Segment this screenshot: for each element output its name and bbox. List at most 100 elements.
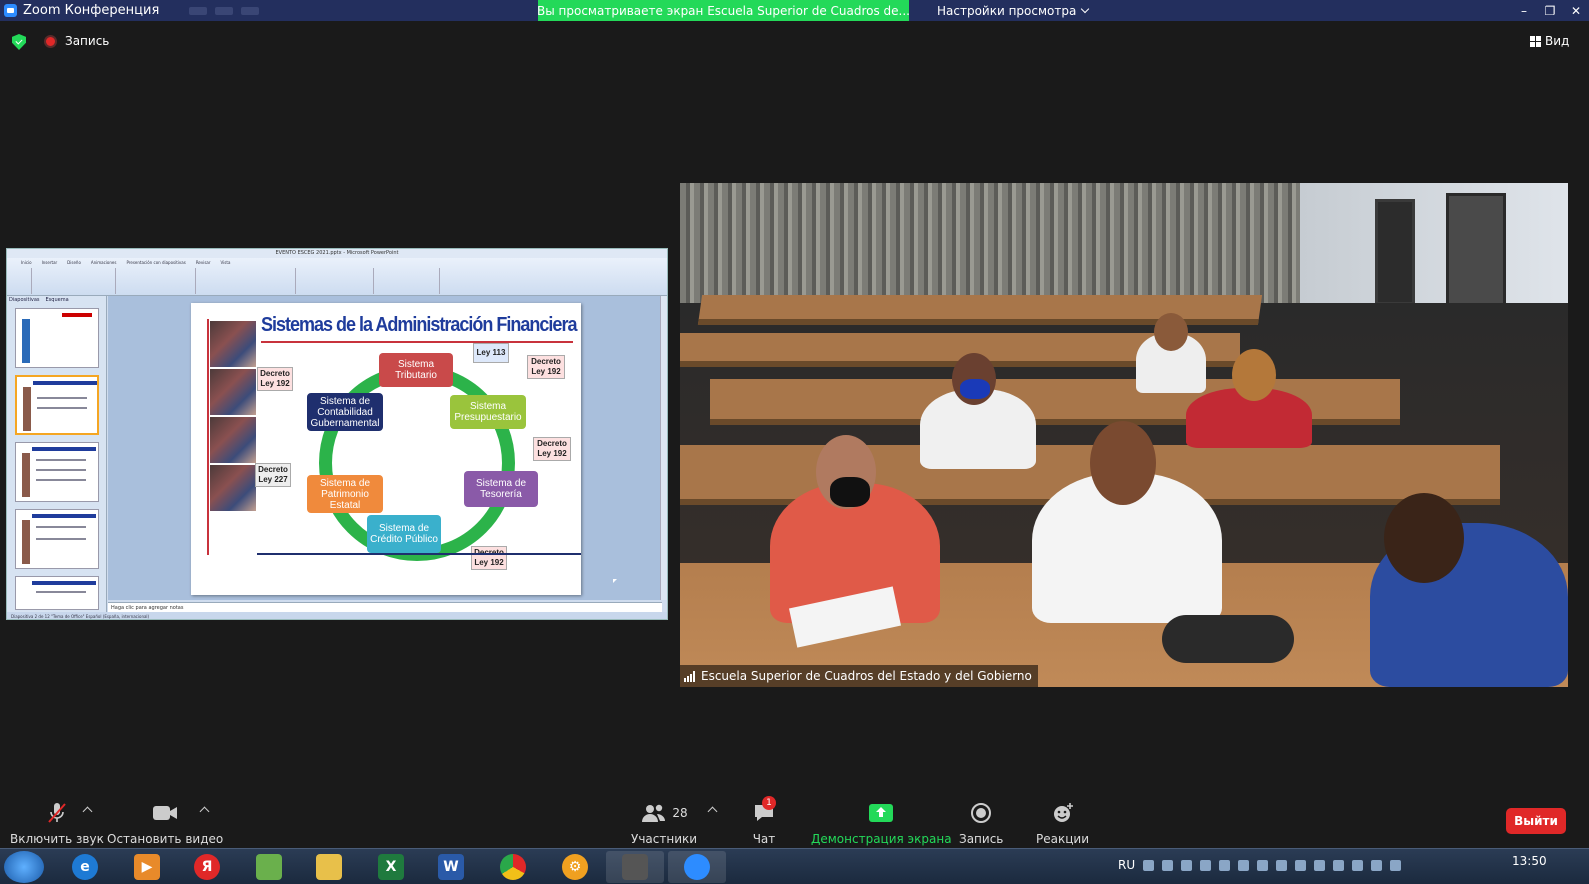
tray-icon[interactable] (1162, 859, 1174, 871)
minimize-button[interactable]: – (1511, 0, 1537, 21)
participant-name: Escuela Superior de Cuadros del Estado y… (701, 669, 1032, 683)
ribbon-tab: Revisar (195, 260, 211, 265)
tray-icon[interactable] (1276, 859, 1288, 871)
ie-taskbar-icon[interactable]: e (56, 851, 114, 883)
chat-label: Чат (752, 832, 776, 846)
shared-screen[interactable]: EVENTO ESCEG 2021.pptx - Microsoft Power… (6, 248, 668, 620)
volume-icon[interactable] (1390, 859, 1402, 871)
ppt-ribbon: Inicio Insertar Diseño Animaciones Prese… (7, 258, 667, 296)
slide-thumbnail (15, 576, 99, 610)
smiley-icon (1051, 802, 1075, 824)
window-controls: – ❐ ✕ (1511, 0, 1589, 21)
share-screen-button[interactable]: Демонстрация экрана (811, 802, 952, 846)
tray-icon[interactable] (1257, 859, 1269, 871)
unmute-label: Включить звук (10, 832, 104, 846)
clock[interactable]: 13:50 (1512, 854, 1547, 868)
slide-photo (210, 369, 256, 415)
app-taskbar-icon[interactable]: ⚙ (546, 851, 604, 883)
zoom-window: Zoom Конференция Вы просматриваете экран… (0, 0, 1589, 884)
slide-thumbnail (15, 442, 99, 502)
chat-icon: 1 (752, 796, 776, 824)
ppt-scrollbar (660, 296, 667, 600)
node-credito: Sistema de Crédito Público (367, 515, 441, 553)
ppt-notes: Haga clic para agregar notas (108, 602, 662, 612)
language-indicator[interactable]: RU (1118, 858, 1135, 872)
tray-icon[interactable] (1314, 859, 1326, 871)
help-icon[interactable] (1143, 859, 1155, 871)
slide-thumbnail (15, 375, 99, 435)
zoom-logo-icon (4, 4, 17, 17)
node-contabilidad: Sistema de Contabilidad Gubernamental (307, 393, 383, 431)
network-icon[interactable] (1352, 859, 1364, 871)
window-title: Zoom Конференция (23, 3, 160, 18)
folder-taskbar-icon[interactable] (300, 851, 358, 883)
decree-label: Decreto Ley 192 (533, 437, 571, 461)
flag-icon[interactable] (1371, 859, 1383, 871)
slide: Sistemas de la Administración Financiera… (191, 303, 581, 595)
decree-ley-113: Ley 113 (473, 343, 509, 363)
participants-count: 28 (672, 806, 688, 820)
maximize-button[interactable]: ❐ (1537, 0, 1563, 21)
excel-taskbar-icon[interactable]: X (362, 851, 420, 883)
view-button[interactable]: Вид (1530, 34, 1569, 48)
recording-label: Запись (65, 34, 110, 48)
mail-taskbar-icon[interactable] (240, 851, 298, 883)
slide-photo (210, 417, 256, 463)
ribbon-tab: Presentación con diapositivas (126, 260, 186, 265)
wall-portrait (1375, 199, 1415, 305)
slide-thumbnail (15, 509, 99, 569)
ribbon-tab: Vista (220, 260, 231, 265)
tray-icon[interactable] (1200, 859, 1212, 871)
participant-video[interactable]: Escuela Superior de Cuadros del Estado y… (680, 183, 1568, 687)
grid-view-icon (1530, 35, 1541, 47)
chat-badge: 1 (762, 796, 776, 810)
bluetooth-icon[interactable] (1295, 859, 1307, 871)
chrome-taskbar-icon[interactable] (484, 851, 542, 883)
stop-video-label: Остановить видео (107, 832, 224, 846)
titlebar-ghost-icons (189, 6, 260, 15)
record-icon (970, 802, 992, 824)
ppt-thumbnail-pane: Diapositivas Esquema (7, 296, 107, 612)
media-player-taskbar-icon[interactable]: ▶ (118, 851, 176, 883)
participants-options-chevron-icon[interactable] (707, 806, 718, 817)
ribbon-tab: Inicio (21, 260, 32, 265)
chat-button[interactable]: 1 Чат (752, 796, 776, 846)
slide-photo (210, 465, 256, 511)
recording-indicator[interactable]: Запись (44, 34, 109, 48)
close-button[interactable]: ✕ (1563, 0, 1589, 21)
decree-label: Decreto Ley 192 (471, 546, 507, 570)
record-label: Запись (959, 832, 1004, 846)
tray-icon[interactable] (1238, 859, 1250, 871)
tray-icon[interactable] (1219, 859, 1231, 871)
reactions-button[interactable]: Реакции (1036, 802, 1089, 846)
reactions-label: Реакции (1036, 832, 1089, 846)
ribbon-tab: Animaciones (90, 260, 117, 265)
node-tributario: Sistema Tributario (379, 353, 453, 387)
meeting-info-bar: Запись Вид (0, 21, 1589, 63)
node-patrimonio: Sistema de Patrimonio Estatal (307, 475, 383, 513)
leave-button[interactable]: Выйти (1506, 808, 1566, 834)
word-taskbar-icon[interactable]: W (422, 851, 480, 883)
video-camera-icon (151, 802, 179, 824)
decree-label: Decreto Ley 227 (255, 463, 291, 487)
meeting-toolbar: Включить звук Остановить видео 28 Участн… (0, 792, 1589, 848)
view-options-button[interactable]: Настройки просмотра (937, 0, 1090, 21)
tray-icon[interactable] (1333, 859, 1345, 871)
record-button[interactable]: Запись (959, 802, 1003, 846)
participant-name-label: Escuela Superior de Cuadros del Estado y… (680, 665, 1038, 687)
zoom-taskbar-icon[interactable] (668, 851, 726, 883)
yandex-taskbar-icon[interactable]: Я (178, 851, 236, 883)
share-screen-icon (868, 802, 894, 824)
participants-button[interactable]: 28 Участники (631, 802, 697, 846)
start-button-icon[interactable] (4, 851, 44, 883)
ppt-status-bar: Diapositiva 2 de 12 "Tema de Office" Esp… (7, 612, 667, 619)
decree-label: Decreto Ley 192 (257, 367, 293, 391)
powerpoint-taskbar-icon[interactable] (606, 851, 664, 883)
signal-icon (684, 670, 695, 682)
ppt-titlebar: EVENTO ESCEG 2021.pptx - Microsoft Power… (7, 249, 667, 258)
tray-icon[interactable] (1181, 859, 1193, 871)
participants-label: Участники (631, 832, 698, 846)
decree-label: Decreto Ley 192 (527, 355, 565, 379)
shield-icon[interactable] (12, 34, 26, 50)
share-screen-label: Демонстрация экрана (811, 832, 952, 846)
